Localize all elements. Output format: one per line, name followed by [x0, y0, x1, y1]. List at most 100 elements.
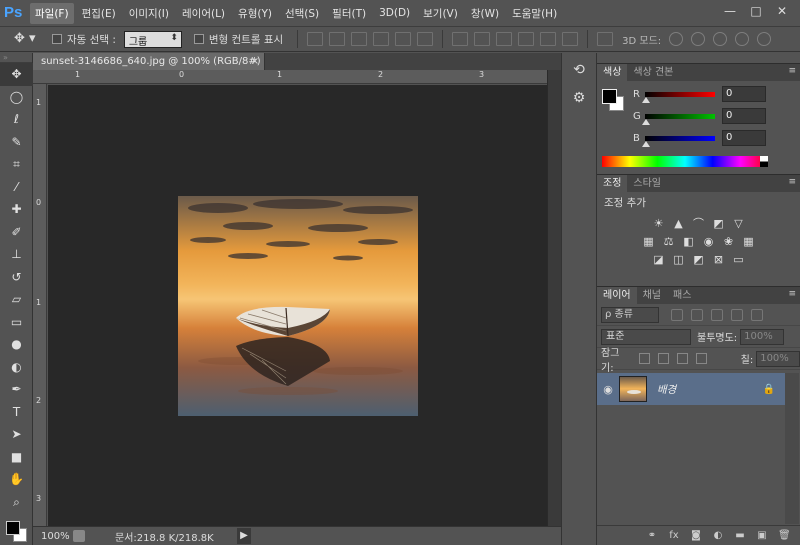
blue-value[interactable]: 0 — [722, 130, 766, 146]
eyedropper-tool-icon[interactable]: ⁄ — [0, 176, 33, 199]
align-top-icon[interactable] — [307, 32, 324, 46]
distribute-bottom-icon[interactable] — [496, 32, 513, 46]
tab-paths[interactable]: 패스 — [667, 287, 697, 304]
3d-roll-icon[interactable] — [691, 32, 706, 46]
fill-field[interactable]: 100% — [756, 350, 800, 367]
distribute-hcenter-icon[interactable] — [540, 32, 557, 46]
layers-scrollbar[interactable] — [785, 373, 799, 524]
path-select-tool-icon[interactable]: ➤ — [0, 423, 33, 446]
hand-tool-icon[interactable]: ✋ — [0, 468, 33, 491]
align-vcenter-icon[interactable] — [329, 32, 346, 46]
green-value[interactable]: 0 — [722, 108, 766, 124]
menu-view[interactable]: 보기(V) — [418, 3, 463, 24]
distribute-vcenter-icon[interactable] — [474, 32, 491, 46]
transform-controls-checkbox[interactable] — [193, 34, 204, 44]
zoom-level[interactable]: 100% — [33, 531, 73, 542]
lock-transparent-icon[interactable] — [638, 353, 650, 364]
color-lookup-icon[interactable]: ▦ — [742, 235, 756, 249]
add-mask-icon[interactable]: ◙ — [690, 530, 702, 542]
gradient-tool-icon[interactable]: ▭ — [0, 311, 33, 334]
new-group-icon[interactable]: ▬ — [734, 530, 746, 542]
menu-3d[interactable]: 3D(D) — [374, 4, 415, 22]
sunset-boat-image[interactable] — [178, 196, 418, 416]
channel-mixer-icon[interactable]: ❀ — [722, 235, 736, 249]
auto-select-dropdown[interactable]: 그룹 — [123, 30, 182, 48]
align-bottom-icon[interactable] — [351, 32, 368, 46]
align-hcenter-icon[interactable] — [395, 32, 412, 46]
red-slider[interactable] — [642, 91, 715, 103]
red-value[interactable]: 0 — [722, 86, 766, 102]
shape-tool-icon[interactable]: ■ — [0, 446, 33, 469]
maximize-button[interactable]: □ — [744, 2, 768, 20]
dodge-tool-icon[interactable]: ◐ — [0, 356, 33, 379]
tab-styles[interactable]: 스타일 — [627, 175, 667, 192]
document-tab[interactable]: sunset-3146686_640.jpg @ 100% (RGB/8#) *… — [33, 53, 265, 84]
minimize-button[interactable]: — — [718, 2, 742, 20]
move-tool-preset-icon[interactable]: ✥ ▾ — [14, 29, 52, 49]
slider-thumb-icon[interactable] — [642, 96, 650, 103]
distribute-right-icon[interactable] — [562, 32, 579, 46]
smart-object-filter-icon[interactable] — [751, 308, 763, 321]
healing-brush-tool-icon[interactable]: ✚ — [0, 198, 33, 221]
brush-tool-icon[interactable]: ✐ — [0, 221, 33, 244]
menu-file[interactable]: 파일(F) — [30, 2, 74, 24]
history-panel-icon[interactable]: ⟲ — [567, 59, 591, 81]
vibrance-icon[interactable]: ▽ — [732, 217, 746, 231]
close-document-icon[interactable]: × — [251, 53, 259, 70]
panel-menu-icon[interactable]: ≡ — [788, 177, 796, 187]
menu-type[interactable]: 유형(Y) — [233, 3, 277, 24]
gradient-map-icon[interactable]: ▭ — [732, 253, 746, 267]
blend-mode-dropdown[interactable]: 표준 — [601, 328, 691, 345]
lock-position-icon[interactable] — [676, 353, 688, 364]
3d-pan-icon[interactable] — [713, 32, 728, 46]
pen-tool-icon[interactable]: ✒ — [0, 378, 33, 401]
visibility-eye-icon[interactable]: ◉ — [597, 383, 619, 396]
move-tool-icon[interactable]: ✥ — [0, 63, 33, 86]
color-spectrum[interactable] — [602, 156, 768, 167]
lock-image-icon[interactable] — [657, 353, 669, 364]
menu-edit[interactable]: 편집(E) — [77, 3, 121, 24]
exposure-icon[interactable]: ◩ — [712, 217, 726, 231]
curves-icon[interactable]: ⌒ — [692, 217, 706, 231]
clone-stamp-tool-icon[interactable]: ⊥ — [0, 243, 33, 266]
new-layer-icon[interactable]: ▣ — [756, 530, 768, 542]
invert-icon[interactable]: ◪ — [652, 253, 666, 267]
properties-panel-icon[interactable]: ⚙ — [567, 87, 591, 109]
green-slider[interactable] — [642, 113, 715, 125]
3d-rotate-icon[interactable] — [669, 32, 684, 46]
brightness-icon[interactable]: ☀ — [652, 217, 666, 231]
threshold-icon[interactable]: ◩ — [692, 253, 706, 267]
zoom-tool-icon[interactable]: ⌕ — [0, 491, 33, 514]
blue-slider[interactable] — [642, 135, 715, 147]
status-menu-arrow[interactable]: ▶ — [237, 528, 251, 544]
3d-scale-icon[interactable] — [757, 32, 772, 46]
menu-image[interactable]: 이미지(I) — [124, 3, 174, 24]
tab-color[interactable]: 색상 — [597, 64, 628, 81]
opacity-field[interactable]: 100% — [740, 328, 785, 345]
layer-name[interactable]: 배경 — [657, 382, 763, 397]
crop-tool-icon[interactable]: ⌗ — [0, 153, 33, 176]
blur-tool-icon[interactable]: ● — [0, 333, 33, 356]
slider-thumb-icon[interactable] — [642, 140, 650, 147]
distribute-left-icon[interactable] — [518, 32, 535, 46]
link-layers-icon[interactable]: ⚭ — [646, 530, 658, 542]
layer-kind-filter[interactable]: ρ 종류 — [601, 306, 659, 323]
tab-layers[interactable]: 레이어 — [597, 287, 637, 304]
3d-slide-icon[interactable] — [735, 32, 750, 46]
tools-grip[interactable]: » — [0, 53, 32, 63]
levels-icon[interactable]: ▲ — [672, 217, 686, 231]
layer-background[interactable]: ◉ 배경 🔒 — [597, 373, 785, 405]
photo-filter-icon[interactable]: ◉ — [702, 235, 716, 249]
new-adjustment-icon[interactable]: ◐ — [712, 530, 724, 542]
delete-layer-icon[interactable]: 🗑 — [778, 530, 791, 542]
menu-select[interactable]: 선택(S) — [280, 3, 324, 24]
marquee-tool-icon[interactable]: ◯ — [0, 86, 33, 109]
eraser-tool-icon[interactable]: ▱ — [0, 288, 33, 311]
tab-swatches[interactable]: 색상 견본 — [627, 64, 679, 81]
lasso-tool-icon[interactable]: ℓ — [0, 108, 33, 131]
panel-menu-icon[interactable]: ≡ — [788, 66, 796, 76]
quick-select-tool-icon[interactable]: ✎ — [0, 131, 33, 154]
vertical-scrollbar[interactable] — [547, 70, 561, 526]
align-right-icon[interactable] — [417, 32, 434, 46]
align-left-icon[interactable] — [373, 32, 390, 46]
